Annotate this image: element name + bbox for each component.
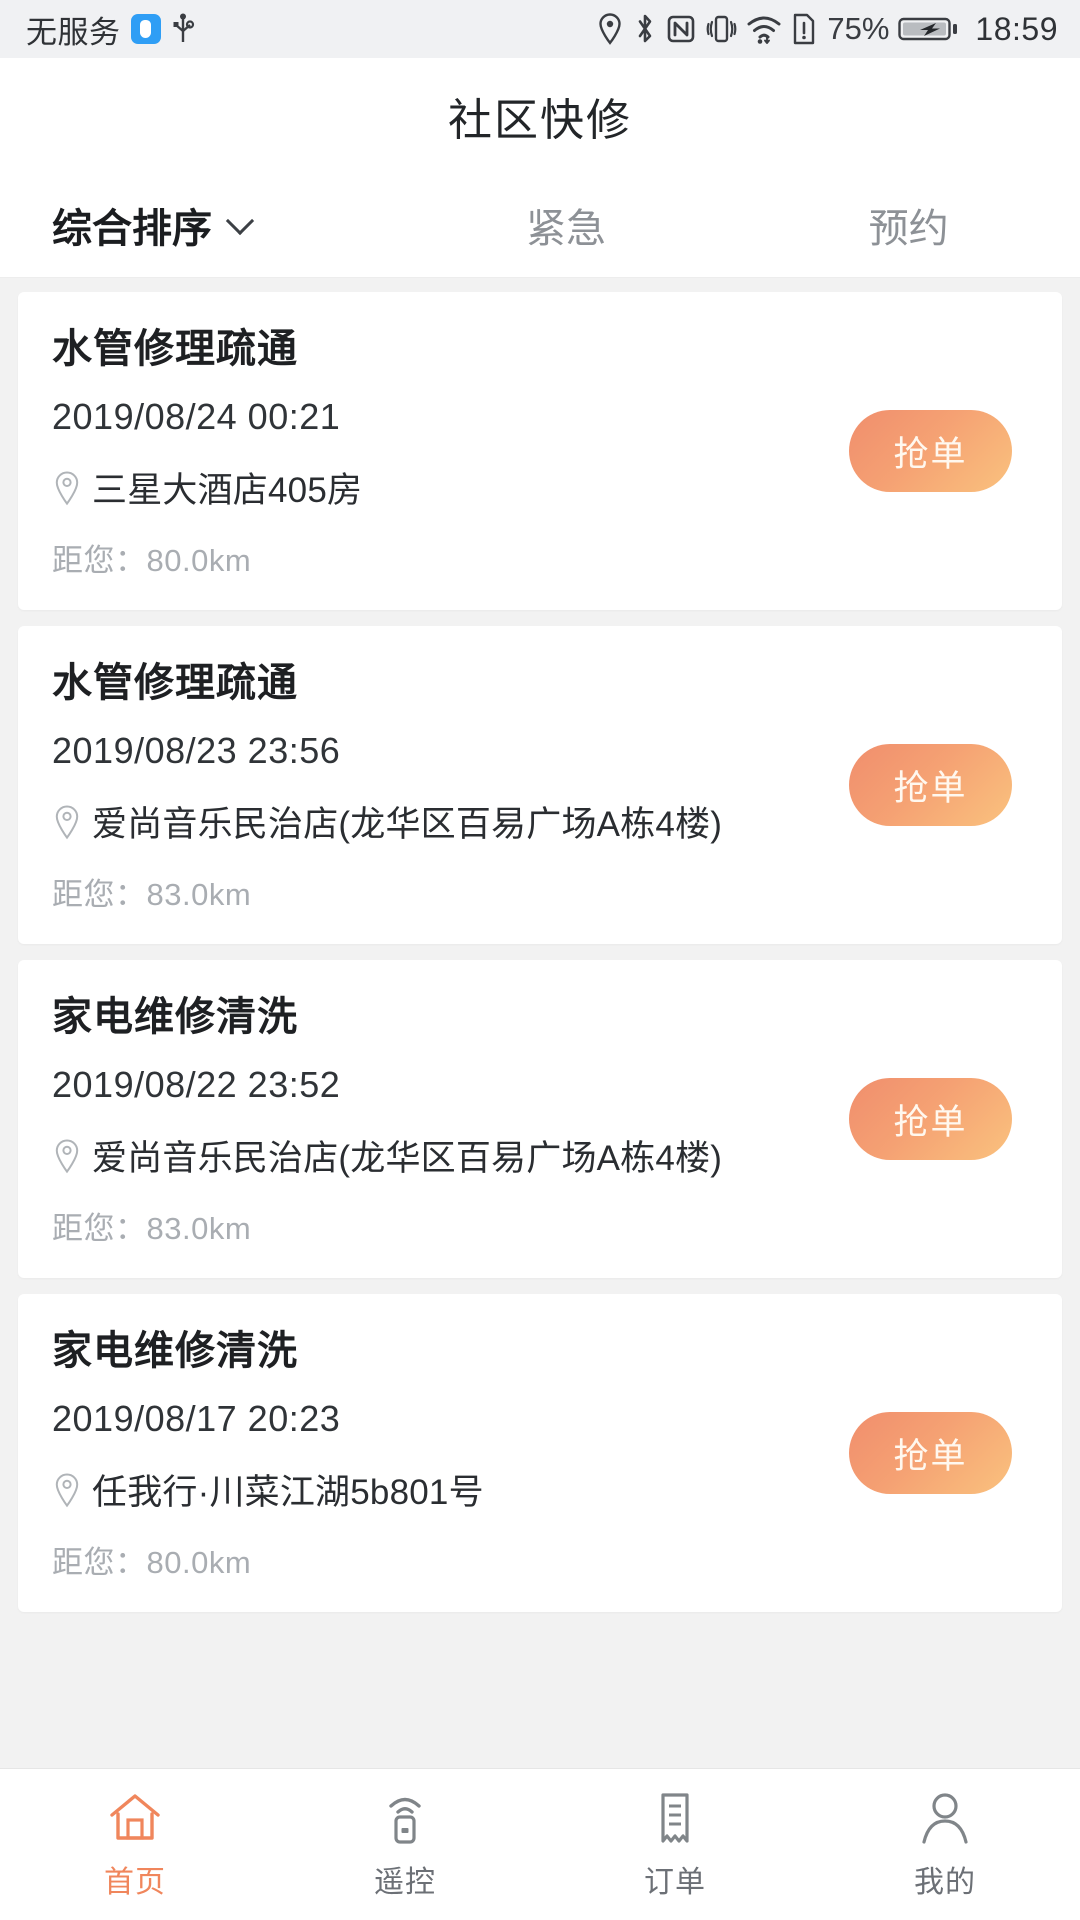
nav-item-orders[interactable]: 订单 [540, 1769, 810, 1920]
title-bar: 社区快修 [0, 58, 1080, 173]
order-distance: 距您：80.0km [52, 1545, 252, 1580]
wifi-icon [747, 16, 781, 44]
vibrate-icon [706, 15, 737, 43]
order-list[interactable]: 水管修理疏通 2019/08/24 00:21 三星大酒店405房 距您：80.… [0, 278, 1080, 1768]
nav-item-remote[interactable]: 遥控 [270, 1769, 540, 1920]
order-title: 水管修理疏通 [52, 661, 298, 705]
order-title: 家电维修清洗 [52, 1329, 298, 1373]
tab-comprehensive-sort[interactable]: 综合排序 [0, 173, 395, 277]
order-title: 水管修理疏通 [52, 327, 298, 371]
order-distance: 距您：83.0km [52, 1211, 252, 1246]
order-card[interactable]: 水管修理疏通 2019/08/24 00:21 三星大酒店405房 距您：80.… [18, 292, 1062, 610]
location-pin-icon [55, 804, 79, 839]
receipt-icon [647, 1789, 703, 1847]
battery-charging-icon [898, 17, 958, 41]
remote-control-icon [377, 1789, 433, 1847]
tab-urgent[interactable]: 紧急 [395, 173, 738, 277]
bluetooth-icon [639, 14, 652, 43]
status-bar-right: 75% 18:59 [596, 11, 1058, 48]
shield-icon [130, 14, 161, 44]
tab-label: 预约 [868, 207, 949, 251]
carrier-label: 无服务 [26, 14, 121, 50]
tab-label: 综合排序 [52, 207, 212, 251]
app-screen: 无服务 75% 18:59 社区快修 综合排序 紧急 预约 水管修理疏通 201… [0, 0, 1080, 1920]
nav-label: 遥控 [374, 1865, 436, 1899]
order-address: 爱尚音乐民治店(龙华区百易广场A栋4楼) [92, 1139, 723, 1178]
usb-icon [173, 13, 194, 42]
status-bar: 无服务 75% 18:59 [0, 0, 1080, 58]
order-title: 家电维修清洗 [52, 995, 298, 1039]
nav-item-home[interactable]: 首页 [0, 1769, 270, 1920]
nav-item-profile[interactable]: 我的 [810, 1769, 1080, 1920]
person-icon [917, 1789, 973, 1847]
order-address: 爱尚音乐民治店(龙华区百易广场A栋4楼) [92, 805, 723, 844]
tab-label: 紧急 [526, 207, 606, 251]
nav-label: 订单 [644, 1865, 706, 1899]
grab-order-button[interactable]: 抢单 [849, 744, 1012, 826]
order-card[interactable]: 水管修理疏通 2019/08/23 23:56 爱尚音乐民治店(龙华区百易广场A… [18, 626, 1062, 944]
chevron-down-icon [228, 209, 252, 233]
location-pin-icon [55, 470, 79, 505]
order-distance: 距您：80.0km [52, 543, 252, 578]
location-icon [599, 13, 622, 45]
bottom-navigation-bar: 首页 遥控 订单 我的 [0, 1768, 1080, 1920]
battery-percent-label: 75% [827, 11, 890, 46]
home-icon [107, 1789, 163, 1847]
location-pin-icon [55, 1138, 79, 1173]
grab-order-button[interactable]: 抢单 [849, 410, 1012, 492]
filter-tab-bar: 综合排序 紧急 预约 [0, 173, 1080, 278]
location-pin-icon [55, 1472, 79, 1507]
order-card[interactable]: 家电维修清洗 2019/08/17 20:23 任我行·川菜江湖5b801号 距… [18, 1294, 1062, 1612]
tab-appointment[interactable]: 预约 [737, 173, 1080, 277]
nav-label: 首页 [104, 1865, 166, 1899]
nav-label: 我的 [914, 1865, 976, 1899]
order-address: 任我行·川菜江湖5b801号 [92, 1473, 484, 1512]
clock-label: 18:59 [975, 10, 1058, 47]
nfc-icon [668, 15, 695, 43]
order-distance: 距您：83.0km [52, 877, 252, 912]
order-card[interactable]: 家电维修清洗 2019/08/22 23:52 爱尚音乐民治店(龙华区百易广场A… [18, 960, 1062, 1278]
sim-alert-icon [794, 13, 815, 45]
grab-order-button[interactable]: 抢单 [849, 1412, 1012, 1494]
status-bar-left: 无服务 [26, 7, 195, 52]
grab-order-button[interactable]: 抢单 [849, 1078, 1012, 1160]
page-title: 社区快修 [448, 95, 632, 145]
order-address: 三星大酒店405房 [92, 471, 363, 510]
